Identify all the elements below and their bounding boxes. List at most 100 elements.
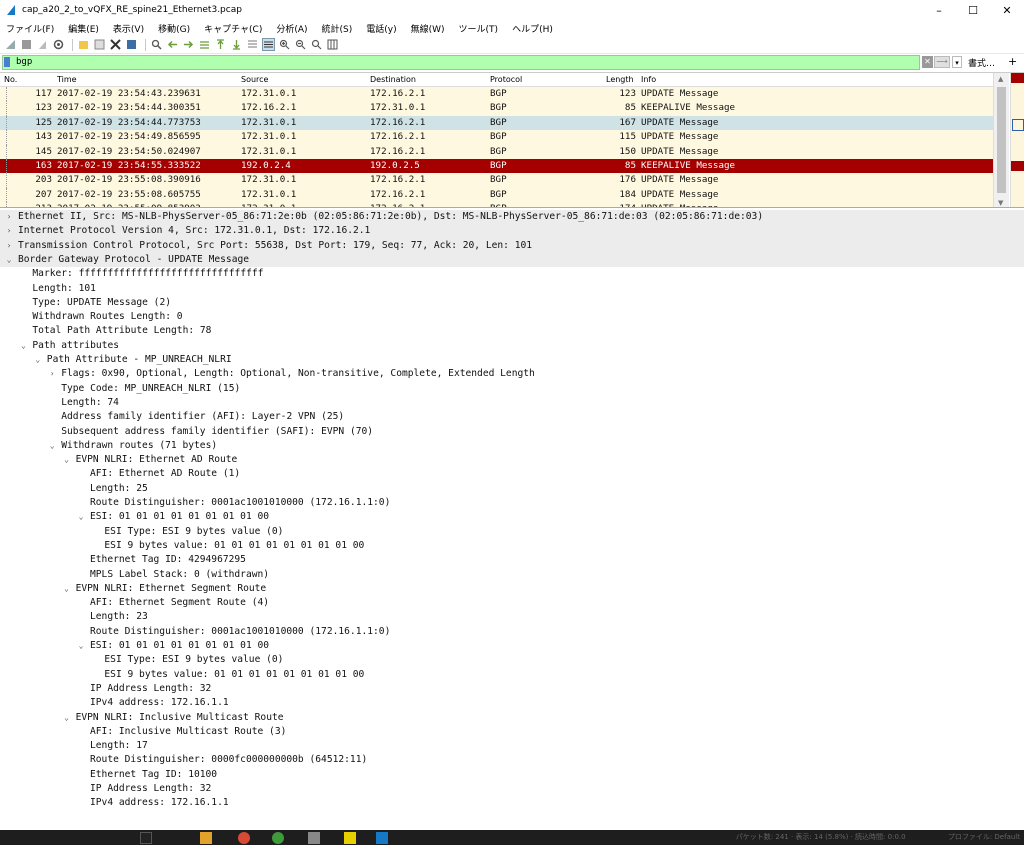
detail-tree-item[interactable]: ⌄ Path attributes — [0, 339, 1024, 353]
scroll-down-icon[interactable]: ▼ — [998, 199, 1003, 207]
stop-capture-icon[interactable] — [20, 38, 33, 51]
expand-arrow-icon[interactable]: › — [4, 224, 14, 238]
maximize-button[interactable]: ☐ — [956, 0, 990, 20]
menu-help[interactable]: ヘルプ(H) — [512, 22, 553, 35]
close-button[interactable]: ✕ — [990, 0, 1024, 20]
expand-arrow-icon[interactable]: › — [47, 367, 57, 381]
menu-edit[interactable]: 編集(E) — [68, 22, 99, 35]
go-to-packet-icon[interactable] — [198, 38, 211, 51]
save-file-icon[interactable] — [93, 38, 106, 51]
menu-file[interactable]: ファイル(F) — [6, 22, 54, 35]
column-header-no[interactable]: No. — [4, 75, 17, 84]
normal-size-icon[interactable] — [310, 38, 323, 51]
restart-capture-icon[interactable] — [36, 38, 49, 51]
go-back-icon[interactable] — [166, 38, 179, 51]
status-profile[interactable]: プロファイル: Default — [948, 833, 1020, 841]
detail-tree-item[interactable]: Route Distinguisher: 0001ac1001010000 (1… — [0, 625, 1024, 639]
packet-row[interactable]: 123 2017-02-19 23:54:44.300351 172.16.2.1 1… — [0, 101, 993, 116]
packet-row[interactable]: 203 2017-02-19 23:55:08.390916 172.31.0.1 1… — [0, 173, 993, 188]
detail-tree-item[interactable]: Length: 17 — [0, 739, 1024, 753]
collapse-arrow-icon[interactable]: ⌄ — [62, 453, 72, 467]
chrome-icon[interactable] — [238, 832, 250, 844]
detail-tree-item[interactable]: Route Distinguisher: 0000fc000000000b (6… — [0, 753, 1024, 767]
app-icon[interactable] — [344, 832, 356, 844]
detail-tree-item[interactable]: ⌄ EVPN NLRI: Inclusive Multicast Route — [0, 711, 1024, 725]
menu-wireless[interactable]: 無線(W) — [411, 22, 445, 35]
menu-tools[interactable]: ツール(T) — [459, 22, 499, 35]
column-header-protocol[interactable]: Protocol — [490, 75, 522, 84]
menu-capture[interactable]: キャプチャ(C) — [204, 22, 262, 35]
colorize-icon[interactable] — [262, 38, 275, 51]
detail-tree-item[interactable]: Length: 74 — [0, 396, 1024, 410]
scroll-thumb[interactable] — [997, 87, 1006, 193]
resize-columns-icon[interactable] — [326, 38, 339, 51]
display-filter-input[interactable]: bgp — [2, 55, 920, 70]
collapse-arrow-icon[interactable]: ⌄ — [33, 353, 43, 367]
packet-row[interactable]: 117 2017-02-19 23:54:43.239631 172.31.0.1 1… — [0, 87, 993, 102]
packet-row[interactable]: 145 2017-02-19 23:54:50.024907 172.31.0.1 1… — [0, 144, 993, 159]
detail-tree-item[interactable]: IP Address Length: 32 — [0, 682, 1024, 696]
add-filter-button[interactable]: + — [1008, 55, 1017, 68]
detail-tree-item[interactable]: Subsequent address family identifier (SA… — [0, 425, 1024, 439]
column-header-destination[interactable]: Destination — [370, 75, 416, 84]
filter-expression-button[interactable]: 書式… — [968, 56, 995, 69]
column-header-source[interactable]: Source — [241, 75, 268, 84]
zoom-out-icon[interactable] — [294, 38, 307, 51]
detail-tree-item[interactable]: Type Code: MP_UNREACH_NLRI (15) — [0, 382, 1024, 396]
minimize-button[interactable]: – — [922, 0, 956, 20]
detail-tree-item[interactable]: Address family identifier (AFI): Layer-2… — [0, 410, 1024, 424]
collapse-arrow-icon[interactable]: ⌄ — [47, 439, 57, 453]
wireshark-taskbar-icon[interactable] — [376, 832, 388, 844]
reload-file-icon[interactable] — [125, 38, 138, 51]
detail-tree-item[interactable]: ESI 9 bytes value: 01 01 01 01 01 01 01 … — [0, 539, 1024, 553]
detail-tree-item[interactable]: ⌄ EVPN NLRI: Ethernet AD Route — [0, 453, 1024, 467]
detail-tree-item[interactable]: IPv4 address: 172.16.1.1 — [0, 796, 1024, 810]
detail-tree-item[interactable]: ESI Type: ESI 9 bytes value (0) — [0, 525, 1024, 539]
detail-tree-item[interactable]: Marker: ffffffffffffffffffffffffffffffff — [0, 267, 1024, 281]
start-capture-icon[interactable] — [4, 38, 17, 51]
menu-view[interactable]: 表示(V) — [113, 22, 144, 35]
folder-icon[interactable] — [200, 832, 212, 844]
filter-bookmark-icon[interactable] — [4, 57, 10, 67]
detail-tree-item[interactable]: › Internet Protocol Version 4, Src: 172.3… — [0, 224, 1024, 239]
detail-tree-item[interactable]: › Transmission Control Protocol, Src Port… — [0, 238, 1024, 253]
packet-row[interactable]: 125 2017-02-19 23:54:44.773753 172.31.0.1 1… — [0, 115, 993, 131]
last-packet-icon[interactable] — [230, 38, 243, 51]
detail-tree-item[interactable]: ⌄ Withdrawn routes (71 bytes) — [0, 439, 1024, 453]
clear-filter-icon[interactable]: ✕ — [922, 56, 933, 68]
first-packet-icon[interactable] — [214, 38, 227, 51]
packet-row[interactable]: 143 2017-02-19 23:54:49.856595 172.31.0.1 1… — [0, 130, 993, 145]
autoscroll-icon[interactable] — [246, 38, 259, 51]
detail-tree-item[interactable]: AFI: Ethernet AD Route (1) — [0, 467, 1024, 481]
detail-tree-item[interactable]: › Ethernet II, Src: MS-NLB-PhysServer-05_… — [0, 210, 1024, 225]
open-file-icon[interactable] — [77, 38, 90, 51]
task-view-icon[interactable] — [140, 832, 152, 844]
menu-telephony[interactable]: 電話(y) — [366, 22, 396, 35]
collapse-arrow-icon[interactable]: ⌄ — [76, 510, 86, 524]
detail-tree-item[interactable]: MPLS Label Stack: 0 (withdrawn) — [0, 568, 1024, 582]
detail-tree-item[interactable]: Length: 25 — [0, 482, 1024, 496]
packet-row[interactable]: 207 2017-02-19 23:55:08.605755 172.31.0.1 1… — [0, 187, 993, 203]
packet-row[interactable]: 213 2017-02-19 23:55:09.853903 172.31.0.1 1… — [0, 202, 993, 207]
app-icon[interactable] — [272, 832, 284, 844]
filter-history-dropdown-icon[interactable]: ▾ — [952, 56, 962, 68]
detail-tree-item[interactable]: ⌄ ESI: 01 01 01 01 01 01 01 01 00 — [0, 639, 1024, 653]
detail-tree-item[interactable]: IP Address Length: 32 — [0, 782, 1024, 796]
column-header-info[interactable]: Info — [641, 75, 656, 84]
zoom-in-icon[interactable] — [278, 38, 291, 51]
packet-list-scrollbar[interactable]: ▲ ▼ — [993, 73, 1009, 207]
expand-arrow-icon[interactable]: › — [4, 210, 14, 224]
menu-analyze[interactable]: 分析(A) — [276, 22, 307, 35]
detail-tree-item[interactable]: Type: UPDATE Message (2) — [0, 296, 1024, 310]
app-icon[interactable] — [308, 832, 320, 844]
detail-tree-item[interactable]: Length: 101 — [0, 282, 1024, 296]
detail-tree-item[interactable]: Total Path Attribute Length: 78 — [0, 324, 1024, 338]
collapse-arrow-icon[interactable]: ⌄ — [62, 582, 72, 596]
find-packet-icon[interactable] — [150, 38, 163, 51]
collapse-arrow-icon[interactable]: ⌄ — [62, 711, 72, 725]
collapse-arrow-icon[interactable]: ⌄ — [4, 253, 14, 267]
expand-arrow-icon[interactable]: › — [4, 239, 14, 253]
apply-filter-icon[interactable]: ⟶ — [934, 56, 950, 68]
detail-tree-item[interactable]: ⌄ Path Attribute - MP_UNREACH_NLRI — [0, 353, 1024, 367]
capture-options-icon[interactable] — [52, 38, 65, 51]
